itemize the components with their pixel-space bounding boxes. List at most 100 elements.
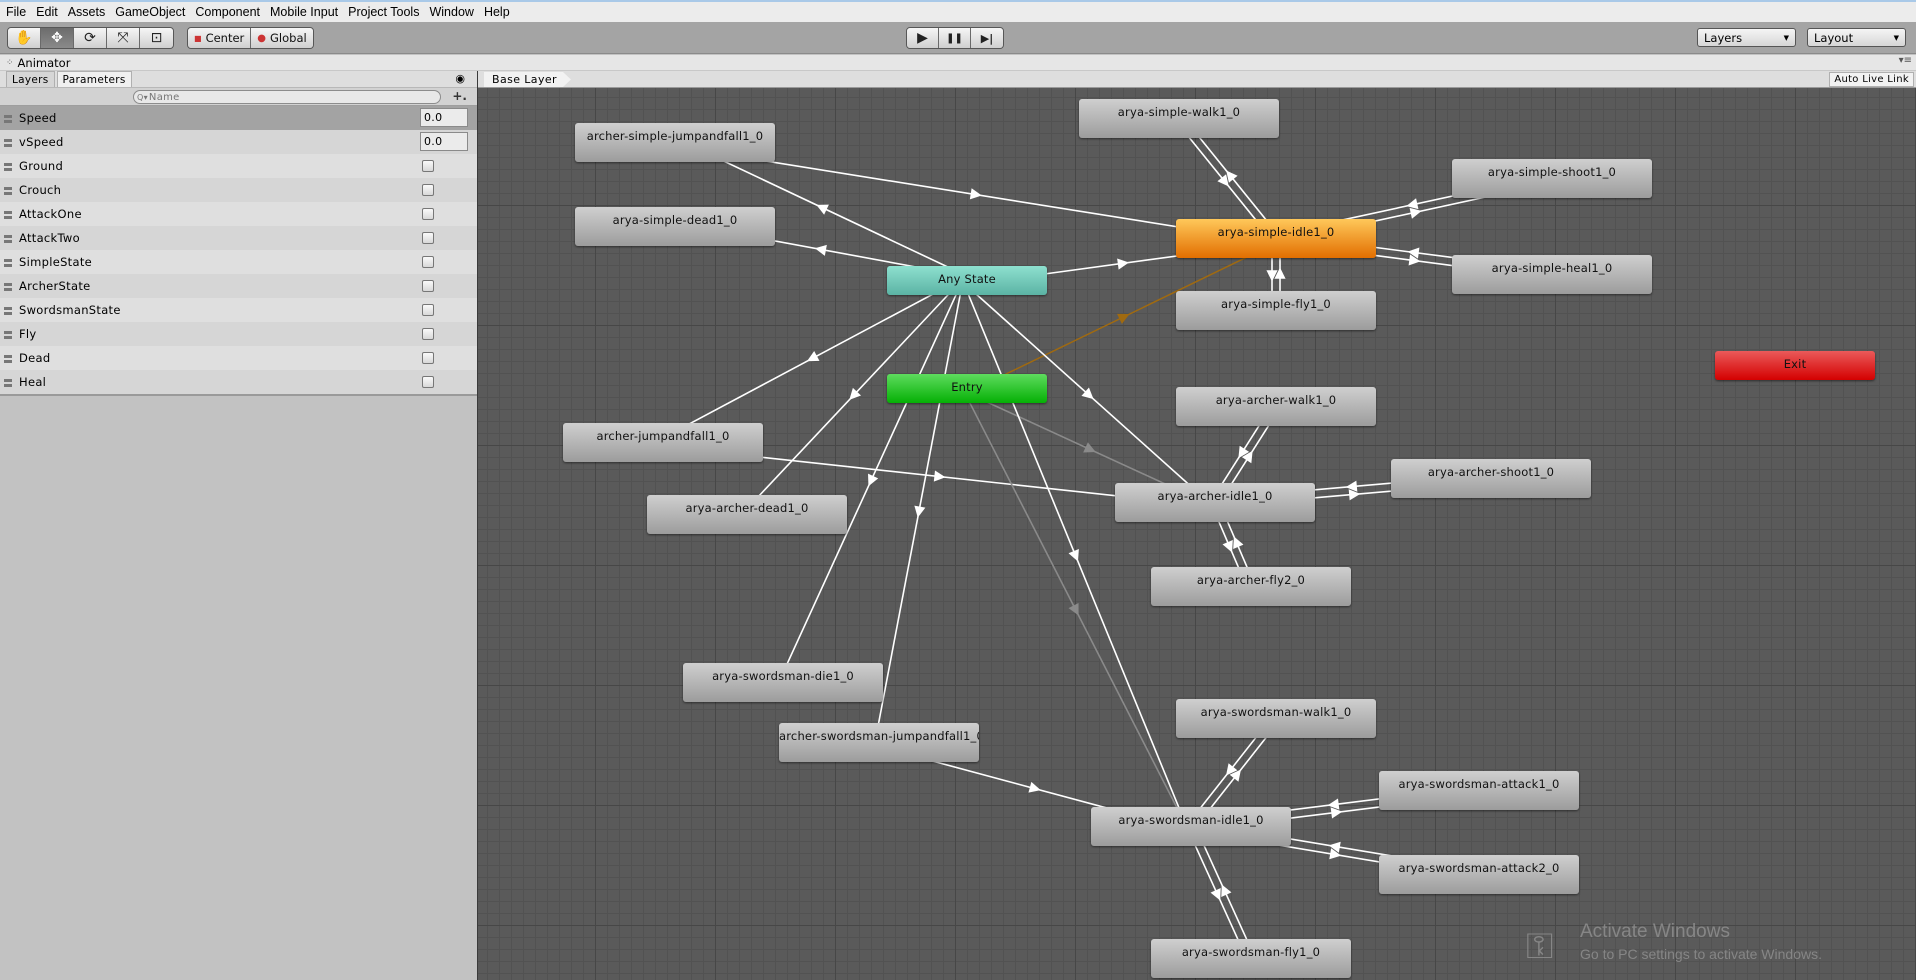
- breadcrumb-bar: Base Layer Auto Live Link: [478, 71, 1916, 88]
- state-node-archer-jumpandfall1_0[interactable]: archer-jumpandfall1_0: [563, 423, 763, 462]
- pivot-global-toggle[interactable]: ● Global: [251, 28, 313, 48]
- state-node-arya-swordsman-fly1_0[interactable]: arya-swordsman-fly1_0: [1151, 939, 1351, 978]
- tab-parameters[interactable]: Parameters: [56, 71, 132, 87]
- parameter-checkbox[interactable]: [422, 160, 434, 172]
- menu-mobile-input[interactable]: Mobile Input: [268, 5, 344, 19]
- state-node-archer-swordsman-jumpandfall1_0[interactable]: archer-swordsman-jumpandfall1_0: [779, 723, 979, 762]
- parameter-row[interactable]: 〓 SimpleState: [0, 250, 477, 274]
- menu-window[interactable]: Window: [427, 5, 479, 19]
- parameter-row[interactable]: 〓 Crouch: [0, 178, 477, 202]
- pivot-center-toggle[interactable]: ■ Center: [188, 28, 252, 48]
- drag-handle-icon[interactable]: 〓: [0, 279, 19, 294]
- parameter-checkbox[interactable]: [422, 376, 434, 388]
- transition-arrow-icon: [1117, 258, 1129, 270]
- drag-handle-icon[interactable]: 〓: [0, 375, 19, 390]
- state-node-arya-swordsman-attack2_0[interactable]: arya-swordsman-attack2_0: [1379, 855, 1579, 894]
- state-node-arya-archer-walk1_0[interactable]: arya-archer-walk1_0: [1176, 387, 1376, 426]
- parameter-row[interactable]: 〓 AttackTwo: [0, 226, 477, 250]
- parameter-checkbox[interactable]: [422, 208, 434, 220]
- state-node-arya-simple-fly1_0[interactable]: arya-simple-fly1_0: [1176, 291, 1376, 330]
- layout-dropdown[interactable]: Layout ▼: [1807, 28, 1906, 47]
- state-node-arya-simple-shoot1_0[interactable]: arya-simple-shoot1_0: [1452, 159, 1652, 198]
- parameter-checkbox[interactable]: [422, 328, 434, 340]
- drag-handle-icon[interactable]: 〓: [0, 303, 19, 318]
- state-node-arya-simple-walk1_0[interactable]: arya-simple-walk1_0: [1079, 99, 1279, 138]
- state-node-arya-archer-idle1_0[interactable]: arya-archer-idle1_0: [1115, 483, 1315, 522]
- state-node-any-state[interactable]: Any State: [887, 266, 1047, 295]
- parameter-checkbox[interactable]: [422, 304, 434, 316]
- state-node-arya-archer-fly2_0[interactable]: arya-archer-fly2_0: [1151, 567, 1351, 606]
- drag-handle-icon[interactable]: 〓: [0, 159, 19, 174]
- play-button[interactable]: ▶: [907, 28, 939, 48]
- parameter-checkbox[interactable]: [422, 232, 434, 244]
- parameter-row[interactable]: 〓 Dead: [0, 346, 477, 370]
- parameter-row[interactable]: 〓 Ground: [0, 154, 477, 178]
- parameter-value-input[interactable]: 0.0: [420, 108, 468, 127]
- parameter-list: 〓 Speed 0.0 〓 vSpeed 0.0 〓 Ground 〓 Crouch 〓 Attack…: [0, 106, 477, 396]
- menu-edit[interactable]: Edit: [34, 5, 64, 19]
- menu-file[interactable]: File: [4, 5, 32, 19]
- state-node-arya-swordsman-die1_0[interactable]: arya-swordsman-die1_0: [683, 663, 883, 702]
- menu-component[interactable]: Component: [193, 5, 266, 19]
- parameter-row[interactable]: 〓 SwordsmanState: [0, 298, 477, 322]
- breadcrumb-base-layer[interactable]: Base Layer: [484, 72, 571, 87]
- rect-tool-button[interactable]: ⊡: [140, 28, 173, 48]
- drag-handle-icon[interactable]: 〓: [0, 351, 19, 366]
- state-node-arya-archer-shoot1_0[interactable]: arya-archer-shoot1_0: [1391, 459, 1591, 498]
- parameter-search-input[interactable]: Q▾ Name: [133, 90, 441, 104]
- menu-assets[interactable]: Assets: [66, 5, 112, 19]
- state-node-archer-simple-jumpandfall1_0[interactable]: archer-simple-jumpandfall1_0: [575, 123, 775, 162]
- step-button[interactable]: ▶|: [971, 28, 1003, 48]
- drag-handle-icon[interactable]: 〓: [0, 231, 19, 246]
- rotate-tool-button[interactable]: ⟳: [74, 28, 107, 48]
- menu-project-tools[interactable]: Project Tools: [346, 5, 425, 19]
- menu-help[interactable]: Help: [482, 5, 516, 19]
- parameter-row[interactable]: 〓 Speed 0.0: [0, 106, 477, 130]
- state-node-exit[interactable]: Exit: [1715, 351, 1875, 380]
- eye-icon[interactable]: ◉: [455, 72, 465, 85]
- hand-tool-button[interactable]: ✋: [8, 28, 41, 48]
- step-icon: ▶|: [980, 31, 994, 45]
- drag-handle-icon[interactable]: 〓: [0, 327, 19, 342]
- state-node-arya-archer-dead1_0[interactable]: arya-archer-dead1_0: [647, 495, 847, 534]
- drag-handle-icon[interactable]: 〓: [0, 183, 19, 198]
- parameter-value-input[interactable]: 0.0: [420, 132, 468, 151]
- parameter-checkbox[interactable]: [422, 256, 434, 268]
- parameter-row[interactable]: 〓 ArcherState: [0, 274, 477, 298]
- parameter-row[interactable]: 〓 Heal: [0, 370, 477, 394]
- add-parameter-button[interactable]: +.: [452, 89, 467, 103]
- state-node-arya-simple-heal1_0[interactable]: arya-simple-heal1_0: [1452, 255, 1652, 294]
- parameter-row[interactable]: 〓 vSpeed 0.0: [0, 130, 477, 154]
- drag-handle-icon[interactable]: 〓: [0, 135, 19, 150]
- parameter-checkbox[interactable]: [422, 352, 434, 364]
- parameter-checkbox[interactable]: [422, 184, 434, 196]
- state-node-arya-swordsman-attack1_0[interactable]: arya-swordsman-attack1_0: [1379, 771, 1579, 810]
- search-placeholder: Name: [148, 91, 180, 103]
- drag-handle-icon[interactable]: 〓: [0, 255, 19, 270]
- chevron-down-icon: ▼: [1783, 33, 1789, 42]
- state-node-arya-simple-idle1_0[interactable]: arya-simple-idle1_0: [1176, 219, 1376, 258]
- state-node-entry[interactable]: Entry: [887, 374, 1047, 403]
- parameter-name: Heal: [19, 375, 47, 389]
- state-node-arya-swordsman-walk1_0[interactable]: arya-swordsman-walk1_0: [1176, 699, 1376, 738]
- parameter-row[interactable]: 〓 Fly: [0, 322, 477, 346]
- parameter-row[interactable]: 〓 AttackOne: [0, 202, 477, 226]
- drag-handle-icon[interactable]: 〓: [0, 207, 19, 222]
- transform-tools: ✋ ✥ ⟳ ⤧ ⊡: [7, 27, 174, 49]
- scale-tool-icon: ⤧: [117, 30, 129, 46]
- tab-layers[interactable]: Layers: [6, 71, 55, 87]
- auto-live-link-toggle[interactable]: Auto Live Link: [1829, 72, 1914, 87]
- parameter-checkbox[interactable]: [422, 280, 434, 292]
- pause-button[interactable]: ❚❚: [939, 28, 971, 48]
- drag-handle-icon[interactable]: 〓: [0, 111, 19, 126]
- transition-arrow-icon: [1226, 170, 1238, 183]
- menu-gameobject[interactable]: GameObject: [113, 5, 191, 19]
- animator-graph[interactable]: Base Layer Auto Live Link archer-simple-…: [477, 71, 1916, 980]
- move-tool-button[interactable]: ✥: [41, 28, 74, 48]
- state-node-arya-swordsman-idle1_0[interactable]: arya-swordsman-idle1_0: [1091, 807, 1291, 846]
- window-menu-icon[interactable]: ▾≡: [1899, 55, 1912, 66]
- animator-window-tab[interactable]: ⁘ Animator ▾≡: [0, 55, 1916, 71]
- state-node-arya-simple-dead1_0[interactable]: arya-simple-dead1_0: [575, 207, 775, 246]
- layers-dropdown[interactable]: Layers ▼: [1697, 28, 1796, 47]
- scale-tool-button[interactable]: ⤧: [107, 28, 140, 48]
